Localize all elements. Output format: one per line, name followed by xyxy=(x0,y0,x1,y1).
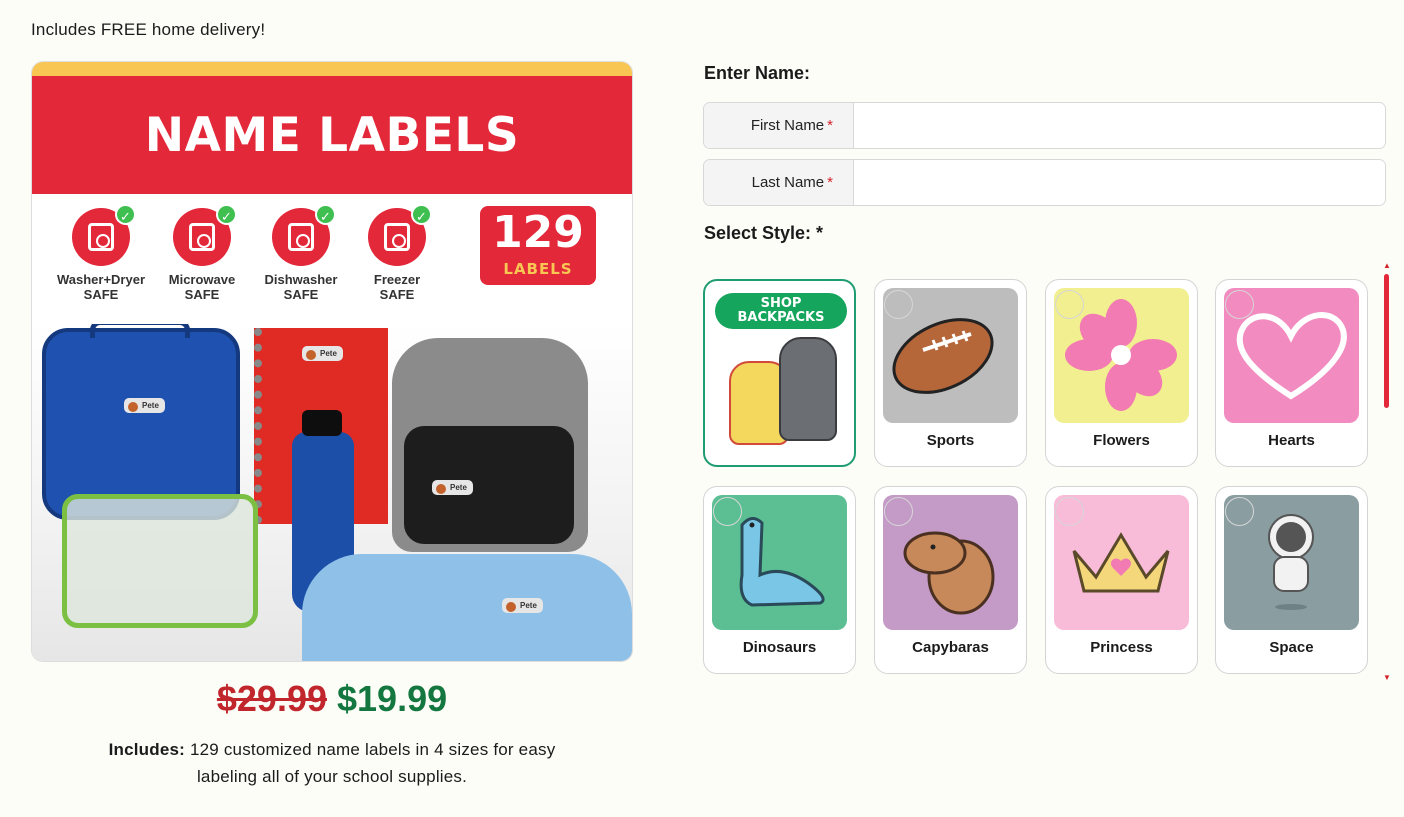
style-radio[interactable] xyxy=(1055,290,1084,319)
style-radio[interactable] xyxy=(884,290,913,319)
price-block: $29.99 $19.99 xyxy=(0,678,664,720)
feature-freezer: ✓ Freezer SAFE xyxy=(342,204,452,302)
new-price: $19.99 xyxy=(337,678,448,719)
old-price: $29.99 xyxy=(216,678,327,719)
backpack-image: Pete xyxy=(392,338,588,552)
style-grid: SHOP BACKPACKS Sports Flowers Hearts Dino… xyxy=(703,279,1371,679)
tshirt-image: Pete xyxy=(302,554,632,661)
last-name-input[interactable] xyxy=(854,160,1385,205)
food-container-image xyxy=(62,494,258,628)
style-option-flowers[interactable]: Flowers xyxy=(1045,279,1198,467)
feature-label: Microwave xyxy=(168,272,236,287)
feature-microwave: ✓ Microwave SAFE xyxy=(147,204,257,302)
last-name-label: Last Name * xyxy=(704,160,854,205)
gray-backpack-image xyxy=(779,337,837,441)
style-radio[interactable] xyxy=(713,497,742,526)
sample-label: Pete xyxy=(502,598,543,613)
delivery-note: Includes FREE home delivery! xyxy=(31,20,266,39)
feature-row: ✓ Washer+Dryer SAFE ✓ Microwave SAFE ✓ Dis… xyxy=(32,194,632,324)
first-name-input[interactable] xyxy=(854,103,1385,148)
check-icon: ✓ xyxy=(411,204,432,225)
style-radio[interactable] xyxy=(884,497,913,526)
check-icon: ✓ xyxy=(315,204,336,225)
style-radio[interactable] xyxy=(1055,497,1084,526)
check-icon: ✓ xyxy=(115,204,136,225)
banner-title: NAME LABELS xyxy=(144,107,520,163)
style-option-princess[interactable]: Princess xyxy=(1045,486,1198,674)
product-scene: Pete Pete Pete Pete xyxy=(32,324,632,661)
scroll-up-icon[interactable]: ▲ xyxy=(1383,262,1391,270)
washer-icon: ✓ xyxy=(72,204,136,266)
feature-label: Dishwasher xyxy=(264,272,338,287)
product-image: NAME LABELS ✓ Washer+Dryer SAFE ✓ Microwa… xyxy=(31,61,633,662)
dishwasher-icon: ✓ xyxy=(272,204,336,266)
includes-body: 129 customized name labels in 4 sizes fo… xyxy=(185,740,556,786)
style-option-sports[interactable]: Sports xyxy=(874,279,1027,467)
label-count-badge: 129 LABELS xyxy=(480,206,596,285)
scrollbar-thumb[interactable] xyxy=(1384,274,1389,408)
shop-backpacks-pill: SHOP BACKPACKS xyxy=(715,293,847,329)
style-option-hearts[interactable]: Hearts xyxy=(1215,279,1368,467)
first-name-label: First Name * xyxy=(704,103,854,148)
style-label: Space xyxy=(1269,639,1314,656)
feature-dishwasher: ✓ Dishwasher SAFE xyxy=(246,204,356,302)
style-label: Capybaras xyxy=(912,639,989,656)
feature-label: Washer+Dryer xyxy=(56,272,146,287)
style-grid-scrollbar[interactable]: ▲ ▼ xyxy=(1383,262,1391,682)
required-marker: * xyxy=(827,117,833,134)
badge-word: LABELS xyxy=(503,260,573,278)
feature-washer: ✓ Washer+Dryer SAFE xyxy=(46,204,156,302)
includes-label: Includes: xyxy=(108,740,186,759)
style-option-capybaras[interactable]: Capybaras xyxy=(874,486,1027,674)
check-icon: ✓ xyxy=(216,204,237,225)
style-label: Flowers xyxy=(1093,432,1150,449)
last-name-field: Last Name * xyxy=(703,159,1386,206)
style-radio[interactable] xyxy=(1225,497,1254,526)
style-label: Hearts xyxy=(1268,432,1315,449)
scroll-down-icon[interactable]: ▼ xyxy=(1383,674,1391,682)
badge-number: 129 xyxy=(492,207,584,258)
lunchbox-image: Pete xyxy=(42,324,240,520)
feature-sublabel: SAFE xyxy=(184,287,220,302)
includes-text: Includes: 129 customized name labels in … xyxy=(90,736,574,790)
first-name-field: First Name * xyxy=(703,102,1386,149)
freezer-icon: ✓ xyxy=(368,204,432,266)
sample-label: Pete xyxy=(302,346,343,361)
style-label: Princess xyxy=(1090,639,1153,656)
style-option-shop-backpacks[interactable]: SHOP BACKPACKS xyxy=(703,279,856,467)
feature-label: Freezer xyxy=(373,272,421,287)
style-option-dinosaurs[interactable]: Dinosaurs xyxy=(703,486,856,674)
style-option-space[interactable]: Space xyxy=(1215,486,1368,674)
feature-sublabel: SAFE xyxy=(379,287,415,302)
select-style-heading: Select Style: * xyxy=(704,223,824,243)
style-label: Dinosaurs xyxy=(742,639,817,656)
feature-sublabel: SAFE xyxy=(83,287,119,302)
product-banner: NAME LABELS xyxy=(32,76,632,194)
style-label: Sports xyxy=(926,432,975,449)
feature-sublabel: SAFE xyxy=(283,287,319,302)
required-marker: * xyxy=(827,174,833,191)
sample-label: Pete xyxy=(432,480,473,495)
sample-label: Pete xyxy=(124,398,165,413)
top-stripe xyxy=(32,62,632,76)
enter-name-heading: Enter Name: xyxy=(704,63,811,83)
microwave-icon: ✓ xyxy=(173,204,237,266)
style-radio[interactable] xyxy=(1225,290,1254,319)
